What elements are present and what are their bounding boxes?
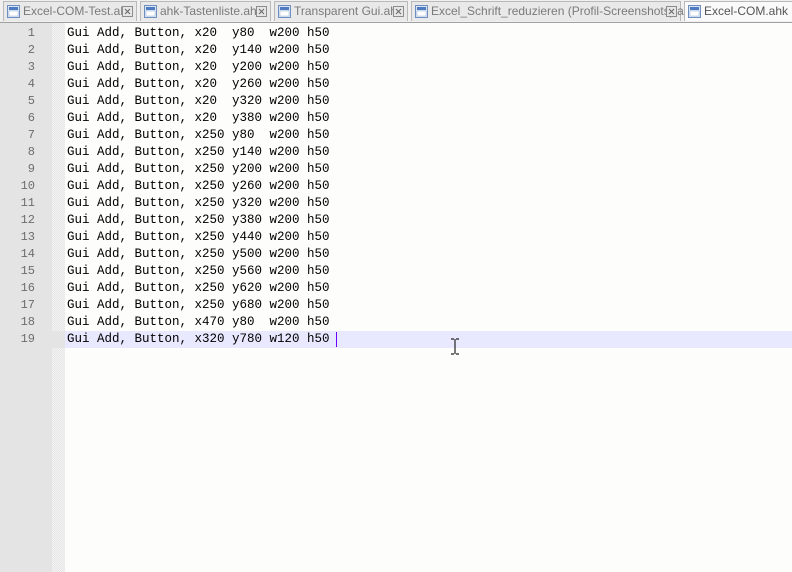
close-icon[interactable]	[666, 6, 677, 17]
code-text[interactable]: Gui Add, Button, x250 y560 w200 h50	[67, 263, 330, 280]
code-text[interactable]: Gui Add, Button, x20 y80 w200 h50	[67, 25, 330, 42]
close-icon[interactable]	[256, 6, 267, 17]
code-text[interactable]: Gui Add, Button, x320 y780 w120 h50	[67, 331, 330, 348]
code-text[interactable]: Gui Add, Button, x20 y260 w200 h50	[67, 76, 330, 93]
line-number: 4	[27, 77, 35, 91]
code-line[interactable]: 13 Gui Add, Button, x250 y440 w200 h50	[0, 229, 792, 246]
ibeam-cursor-icon	[451, 338, 459, 355]
code-text[interactable]: Gui Add, Button, x250 y380 w200 h50	[67, 212, 330, 229]
file-icon	[7, 5, 20, 18]
code-text[interactable]: Gui Add, Button, x250 y140 w200 h50	[67, 144, 330, 161]
code-line[interactable]: 3 Gui Add, Button, x20 y200 w200 h50	[0, 59, 792, 76]
line-number: 9	[27, 162, 35, 176]
code-line[interactable]: 2 Gui Add, Button, x20 y140 w200 h50	[0, 42, 792, 59]
line-number: 7	[27, 128, 35, 142]
line-number: 12	[20, 213, 35, 227]
line-number: 18	[20, 315, 35, 329]
code-line[interactable]: 1 Gui Add, Button, x20 y80 w200 h50	[0, 25, 792, 42]
code-text[interactable]: Gui Add, Button, x250 y500 w200 h50	[67, 246, 330, 263]
tab-ahk-tastenliste[interactable]: ahk-Tastenliste.ahk	[140, 1, 271, 21]
code-line[interactable]: 5 Gui Add, Button, x20 y320 w200 h50	[0, 93, 792, 110]
code-text[interactable]: Gui Add, Button, x250 y200 w200 h50	[67, 161, 330, 178]
code-line[interactable]: 16 Gui Add, Button, x250 y620 w200 h50	[0, 280, 792, 297]
code-text[interactable]: Gui Add, Button, x250 y620 w200 h50	[67, 280, 330, 297]
code-line[interactable]: 11 Gui Add, Button, x250 y320 w200 h50	[0, 195, 792, 212]
file-icon	[688, 5, 701, 18]
close-icon[interactable]	[122, 6, 133, 17]
code-line[interactable]: 8 Gui Add, Button, x250 y140 w200 h50	[0, 144, 792, 161]
file-icon	[278, 5, 291, 18]
line-number: 2	[27, 43, 35, 57]
file-icon	[415, 5, 428, 18]
tab-label: Excel-COM-Test.ahk	[23, 4, 134, 18]
code-text[interactable]: Gui Add, Button, x250 y680 w200 h50	[67, 297, 330, 314]
line-number: 8	[27, 145, 35, 159]
close-icon[interactable]	[393, 6, 404, 17]
code-text[interactable]: Gui Add, Button, x250 y80 w200 h50	[67, 127, 330, 144]
code-line[interactable]: 4 Gui Add, Button, x20 y260 w200 h50	[0, 76, 792, 93]
code-text[interactable]: Gui Add, Button, x250 y320 w200 h50	[67, 195, 330, 212]
tab-label: Excel_Schrift_reduzieren (Profil-Screens…	[431, 4, 697, 18]
tab-excel-com[interactable]: Excel-COM.ahk	[684, 1, 792, 21]
line-number: 5	[27, 94, 35, 108]
code-text[interactable]: Gui Add, Button, x250 y440 w200 h50	[67, 229, 330, 246]
code-text[interactable]: Gui Add, Button, x20 y200 w200 h50	[67, 59, 330, 76]
code-line[interactable]: 15 Gui Add, Button, x250 y560 w200 h50	[0, 263, 792, 280]
text-caret	[336, 332, 337, 347]
tab-transparent-gui[interactable]: Transparent Gui.ahk	[274, 1, 408, 21]
code-line[interactable]: 9 Gui Add, Button, x250 y200 w200 h50	[0, 161, 792, 178]
code-line[interactable]: 10 Gui Add, Button, x250 y260 w200 h50	[0, 178, 792, 195]
line-number: 19	[20, 332, 35, 346]
line-number: 10	[20, 179, 35, 193]
tab-label: Transparent Gui.ahk	[294, 4, 403, 18]
code-line[interactable]: 12 Gui Add, Button, x250 y380 w200 h50	[0, 212, 792, 229]
code-text[interactable]: Gui Add, Button, x250 y260 w200 h50	[67, 178, 330, 195]
code-text[interactable]: Gui Add, Button, x20 y320 w200 h50	[67, 93, 330, 110]
tab-label: ahk-Tastenliste.ahk	[160, 4, 263, 18]
tab-label: Excel-COM.ahk	[704, 4, 789, 18]
code-text[interactable]: Gui Add, Button, x20 y380 w200 h50	[67, 110, 330, 127]
line-number: 6	[27, 111, 35, 125]
code-text[interactable]: Gui Add, Button, x470 y80 w200 h50	[67, 314, 330, 331]
tab-excel-schrift-reduzieren[interactable]: Excel_Schrift_reduzieren (Profil-Screens…	[411, 1, 696, 21]
code-text[interactable]: Gui Add, Button, x20 y140 w200 h50	[67, 42, 330, 59]
tab-excel-com-test[interactable]: Excel-COM-Test.ahk	[3, 1, 137, 21]
code-editor[interactable]: 1 Gui Add, Button, x20 y80 w200 h50 2 Gui A…	[0, 23, 792, 572]
line-number: 11	[20, 196, 35, 210]
tab-bar: Excel-COM-Test.ahk ahk-Tastenliste.ahk T…	[0, 0, 792, 23]
code-line[interactable]: 14 Gui Add, Button, x250 y500 w200 h50	[0, 246, 792, 263]
file-icon	[144, 5, 157, 18]
line-number: 3	[27, 60, 35, 74]
code-line[interactable]: 7 Gui Add, Button, x250 y80 w200 h50	[0, 127, 792, 144]
code-line[interactable]: 6 Gui Add, Button, x20 y380 w200 h50	[0, 110, 792, 127]
line-number: 17	[20, 298, 35, 312]
line-number: 14	[20, 247, 35, 261]
code-line[interactable]: 19 Gui Add, Button, x320 y780 w120 h50	[0, 331, 792, 348]
line-number: 1	[27, 26, 35, 40]
line-number: 13	[20, 230, 35, 244]
line-number: 16	[20, 281, 35, 295]
line-number: 15	[20, 264, 35, 278]
code-line[interactable]: 18 Gui Add, Button, x470 y80 w200 h50	[0, 314, 792, 331]
code-line[interactable]: 17 Gui Add, Button, x250 y680 w200 h50	[0, 297, 792, 314]
